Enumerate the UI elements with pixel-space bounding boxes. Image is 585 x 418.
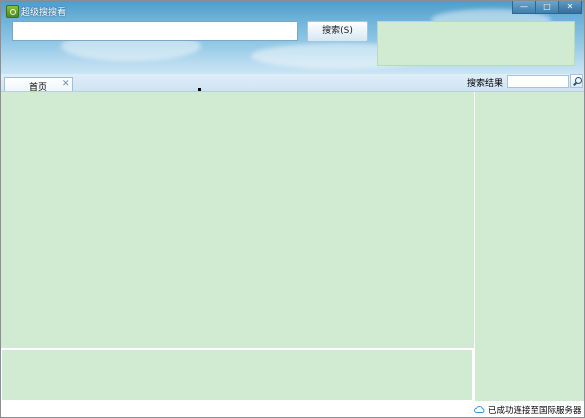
app-window: 超级搜搜看 — □ ✕ 搜索(S) 首页 ✕ 搜索结果 已成功连接至国际服务器 (0, 0, 585, 418)
main-content-panel[interactable] (1, 92, 475, 348)
minimize-button[interactable]: — (512, 1, 536, 14)
header: 超级搜搜看 — □ ✕ 搜索(S) (1, 1, 584, 74)
maximize-button[interactable]: □ (536, 1, 559, 14)
search-input[interactable] (12, 21, 298, 41)
search-results-label: 搜索结果 (467, 79, 504, 89)
close-button[interactable]: ✕ (559, 1, 582, 14)
app-logo-icon (6, 5, 19, 18)
window-controls: — □ ✕ (512, 1, 582, 14)
mouse-cursor (198, 88, 201, 91)
bottom-content-panel[interactable] (1, 349, 473, 401)
results-search-button[interactable] (570, 74, 583, 88)
search-icon (575, 77, 582, 84)
status-bar: 已成功连接至国际服务器 (1, 401, 584, 417)
results-side-panel[interactable] (475, 92, 584, 401)
tab-bar: 首页 ✕ 搜索结果 (1, 74, 584, 93)
connection-status-text: 已成功连接至国际服务器 (488, 406, 582, 416)
search-button[interactable]: 搜索(S) (307, 21, 368, 42)
tab-close-icon[interactable]: ✕ (62, 79, 70, 89)
tab-home[interactable]: 首页 ✕ (4, 77, 73, 93)
cloud-icon (474, 405, 485, 413)
results-filter-input[interactable] (507, 75, 569, 88)
window-title: 超级搜搜看 (21, 8, 67, 18)
ad-panel (377, 21, 575, 66)
